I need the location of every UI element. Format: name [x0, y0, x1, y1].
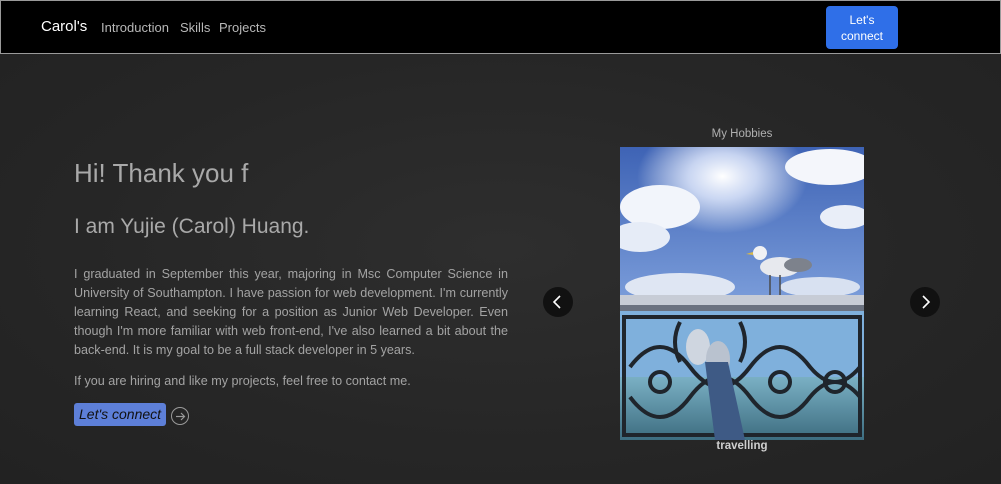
chevron-right-icon: [922, 295, 931, 309]
nav-link-skills[interactable]: Skills: [180, 20, 210, 35]
lets-connect-button[interactable]: Let's connect: [74, 403, 167, 426]
nav-link-projects[interactable]: Projects: [219, 20, 266, 35]
carousel-heading: My Hobbies: [711, 128, 773, 140]
navbar: Carol's Introduction Skills Projects Let…: [0, 0, 1001, 54]
brand-logo[interactable]: Carol's: [41, 18, 87, 35]
nav-connect-button[interactable]: Let's connect: [826, 6, 898, 49]
contact-paragraph: If you are hiring and like my projects, …: [74, 374, 411, 388]
hero-subtitle: I am Yujie (Carol) Huang.: [74, 215, 310, 238]
hero-title: Hi! Thank you f: [74, 158, 249, 188]
carousel-image: [620, 147, 864, 440]
carousel-next-button[interactable]: [910, 287, 940, 317]
chevron-left-icon: [552, 295, 561, 309]
carousel-prev-button[interactable]: [543, 287, 573, 317]
nav-link-introduction[interactable]: Introduction: [101, 20, 169, 35]
carousel-caption: travelling: [716, 440, 768, 452]
arrow-right-circle-icon[interactable]: [171, 407, 189, 425]
intro-paragraph: I graduated in September this year, majo…: [74, 267, 508, 357]
